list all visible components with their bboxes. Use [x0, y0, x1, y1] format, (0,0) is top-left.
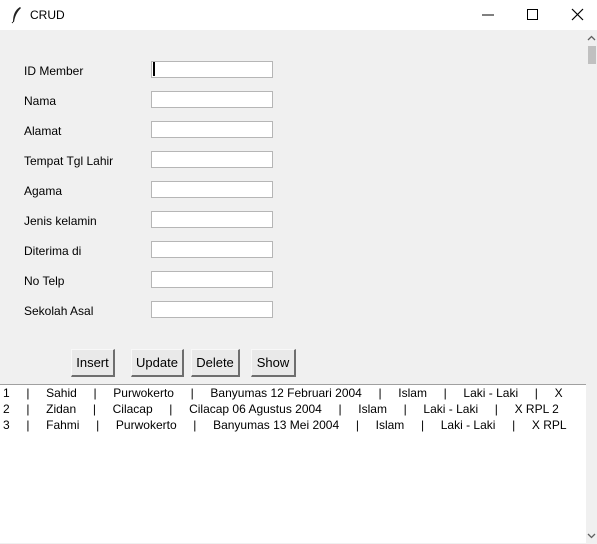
label-jenis-kelamin: Jenis kelamin: [24, 214, 97, 228]
label-alamat: Alamat: [24, 124, 62, 138]
update-button[interactable]: Update: [131, 349, 184, 377]
alamat-field[interactable]: [151, 121, 273, 138]
label-tempat-tgl-lahir: Tempat Tgl Lahir: [24, 154, 114, 168]
insert-button[interactable]: Insert: [71, 349, 115, 377]
maximize-button[interactable]: [510, 0, 556, 30]
label-id-member: ID Member: [24, 64, 84, 78]
jenis-kelamin-field[interactable]: [151, 211, 273, 228]
feather-icon: [9, 6, 25, 24]
minimize-button[interactable]: [465, 0, 511, 30]
sekolah-asal-field[interactable]: [151, 301, 273, 318]
close-button[interactable]: [555, 0, 597, 30]
no-telp-field[interactable]: [151, 271, 273, 288]
show-button[interactable]: Show: [251, 349, 296, 377]
scrollbar-thumb[interactable]: [588, 46, 596, 64]
chevron-up-icon: [587, 35, 596, 41]
close-icon: [571, 8, 584, 21]
nama-field[interactable]: [151, 91, 273, 108]
label-nama: Nama: [24, 94, 57, 108]
list-item[interactable]: 1 | Sahid | Purwokerto | Banyumas 12 Feb…: [3, 385, 563, 401]
id-member-field[interactable]: [151, 61, 273, 78]
scroll-down-button[interactable]: [586, 530, 597, 541]
agama-field[interactable]: [151, 181, 273, 198]
text-cursor: [153, 62, 155, 76]
chevron-down-icon: [587, 533, 596, 539]
label-sekolah-asal: Sekolah Asal: [24, 304, 94, 318]
label-diterima-di: Diterima di: [24, 244, 82, 258]
maximize-icon: [527, 9, 538, 20]
scroll-up-button[interactable]: [586, 33, 597, 44]
window-title: CRUD: [30, 8, 65, 22]
delete-button[interactable]: Delete: [191, 349, 240, 377]
title-bar: CRUD: [0, 0, 597, 30]
label-no-telp: No Telp: [24, 274, 65, 288]
list-item[interactable]: 2 | Zidan | Cilacap | Cilacap 06 Agustus…: [3, 401, 559, 417]
diterima-di-field[interactable]: [151, 241, 273, 258]
records-listbox[interactable]: 1 | Sahid | Purwokerto | Banyumas 12 Feb…: [0, 385, 586, 543]
tempat-tgl-lahir-field[interactable]: [151, 151, 273, 168]
vertical-scrollbar[interactable]: [586, 30, 597, 543]
minimize-icon: [482, 14, 494, 16]
label-agama: Agama: [24, 184, 63, 198]
list-item[interactable]: 3 | Fahmi | Purwokerto | Banyumas 13 Mei…: [3, 417, 567, 433]
